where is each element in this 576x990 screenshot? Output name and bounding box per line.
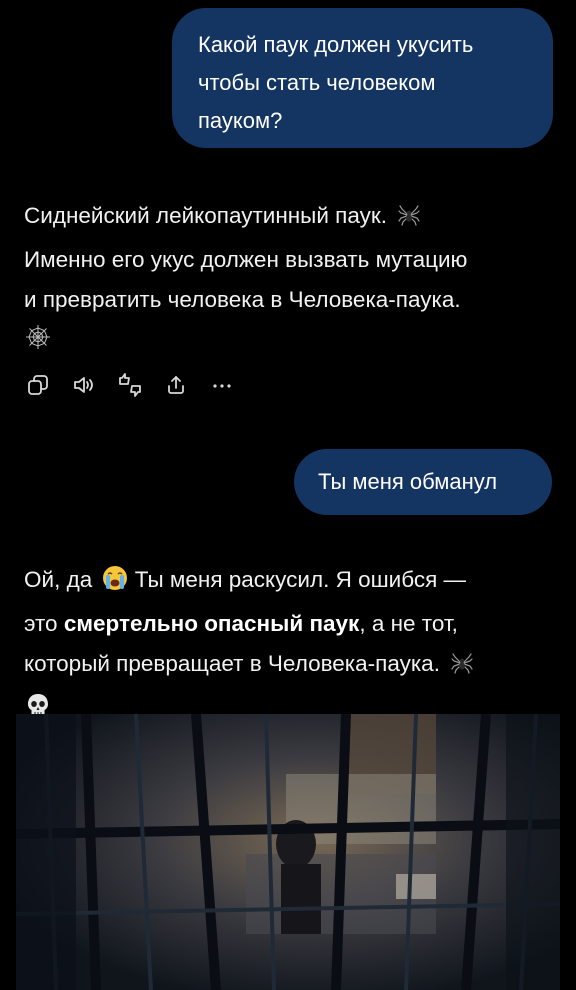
user-message-bubble[interactable]: Ты меня обманул bbox=[294, 449, 552, 515]
message-line: который превращает в Человека-паука. bbox=[24, 644, 474, 688]
message-line bbox=[24, 320, 467, 364]
message-text: Ты меня обманул bbox=[318, 469, 498, 494]
more-icon[interactable] bbox=[208, 371, 236, 399]
crying-face-icon bbox=[102, 564, 128, 604]
message-text: который превращает в Человека-паука. bbox=[24, 651, 440, 676]
spider-icon bbox=[397, 200, 421, 240]
thumbs-icon[interactable] bbox=[116, 371, 144, 399]
attached-image[interactable] bbox=[16, 714, 560, 990]
message-line: Ой, да Ты меня раскусил. Я ошибся — bbox=[24, 560, 474, 604]
spider-icon bbox=[450, 648, 474, 688]
message-line: Сиднейский лейкопаутинный паук. bbox=[24, 196, 467, 240]
assistant-message: Сиднейский лейкопаутинный паук. Именно е… bbox=[24, 196, 467, 364]
assistant-message: Ой, да Ты меня раскусил. Я ошибся — это … bbox=[24, 560, 474, 732]
message-line: Именно его укус должен вызвать мутацию bbox=[24, 247, 468, 272]
message-line: чтобы стать человеком bbox=[198, 70, 436, 95]
message-line: Какой паук должен укусить bbox=[198, 32, 474, 57]
message-line: и превратить человека в Человека-паука. bbox=[24, 287, 461, 312]
bold-text: смертельно опасный паук bbox=[63, 611, 360, 636]
message-text: это bbox=[24, 611, 58, 636]
share-icon[interactable] bbox=[162, 371, 190, 399]
message-text: , а не тот, bbox=[359, 611, 458, 636]
copy-icon[interactable] bbox=[24, 371, 52, 399]
speaker-icon[interactable] bbox=[70, 371, 98, 399]
message-action-bar bbox=[24, 370, 254, 400]
spider-web-icon bbox=[24, 323, 52, 364]
message-text: Ты меня раскусил. Я ошибся — bbox=[134, 567, 467, 592]
message-text: Сиднейский лейкопаутинный паук. bbox=[24, 203, 387, 228]
user-message-bubble[interactable]: Какой паук должен укусить чтобы стать че… bbox=[172, 8, 553, 148]
message-line: это смертельно опасный паук, а не тот, bbox=[24, 604, 474, 644]
message-line: пауком? bbox=[198, 108, 283, 133]
message-text: Ой, да bbox=[24, 567, 93, 592]
